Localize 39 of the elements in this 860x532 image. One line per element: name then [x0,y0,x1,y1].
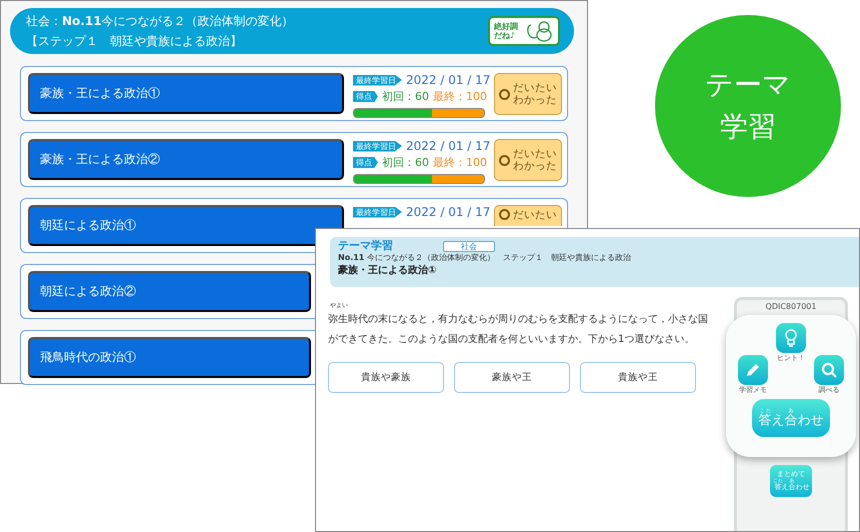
understanding-button[interactable]: だいたい [494,205,562,226]
understanding-button[interactable]: だいたい わかった [494,139,562,181]
last-study-date: 2022 / 01 / 17 [406,205,490,219]
last-study-date: 2022 / 01 / 17 [406,73,490,87]
stamp-text: だね♪ [494,31,516,40]
stamp-text: 絶好調 [494,22,518,31]
final-score: 最終：100 [433,89,487,104]
search-icon [821,362,837,378]
lesson-button[interactable]: 豪族・王による政治① [28,73,344,114]
badge-text: テーマ [705,69,791,101]
question-text: 弥生時代の末になると，有力なむらが周りのむらを支配するようになって，小さな国ができてきた。このような国の支配者を何といいますか。下から1つ選びなさい。 [328,312,708,347]
pencil-icon [745,362,761,378]
lesson-title: 豪族・王による政治① [338,264,438,277]
score-label: 得点 [353,91,378,102]
lesson-button[interactable]: 朝廷による政治② [28,271,311,312]
choice-button[interactable]: 豪族や王 [454,362,570,393]
last-study-date: 2022 / 01 / 17 [406,139,490,153]
memo-button[interactable] [738,355,768,385]
first-score: 初回：60 [382,89,429,104]
course-title: 社会：No.11今につながる２（政治体制の変化） [26,14,295,28]
date-label: 最終学習日 [353,206,402,218]
date-label: 最終学習日 [353,74,402,86]
question-code: QDIC807001 [766,302,816,311]
first-score: 初回：60 [382,155,429,170]
badge-text: 学習 [720,111,776,143]
final-score: 最終：100 [433,155,487,170]
choice-button[interactable]: 貴族や王 [580,362,696,393]
lightbulb-icon [785,329,797,347]
choice-button[interactable]: 貴族や豪族 [328,362,444,393]
score-label: 得点 [353,157,378,168]
subject-tag: 社会 [443,240,495,252]
hint-button[interactable] [776,323,806,353]
breadcrumb: No.11 今につながる２（政治体制の変化） ステップ１ 朝廷や貴族による政治 [338,252,632,264]
step-title: 【ステップ１ 朝廷や貴族による政治】 [26,34,243,48]
date-label: 最終学習日 [353,140,402,152]
search-button[interactable] [814,355,844,385]
lesson-button[interactable]: 豪族・王による政治② [28,139,344,180]
lesson-button[interactable]: 飛鳥時代の政治① [28,337,311,378]
understanding-button[interactable]: だいたい わかった [494,73,562,115]
